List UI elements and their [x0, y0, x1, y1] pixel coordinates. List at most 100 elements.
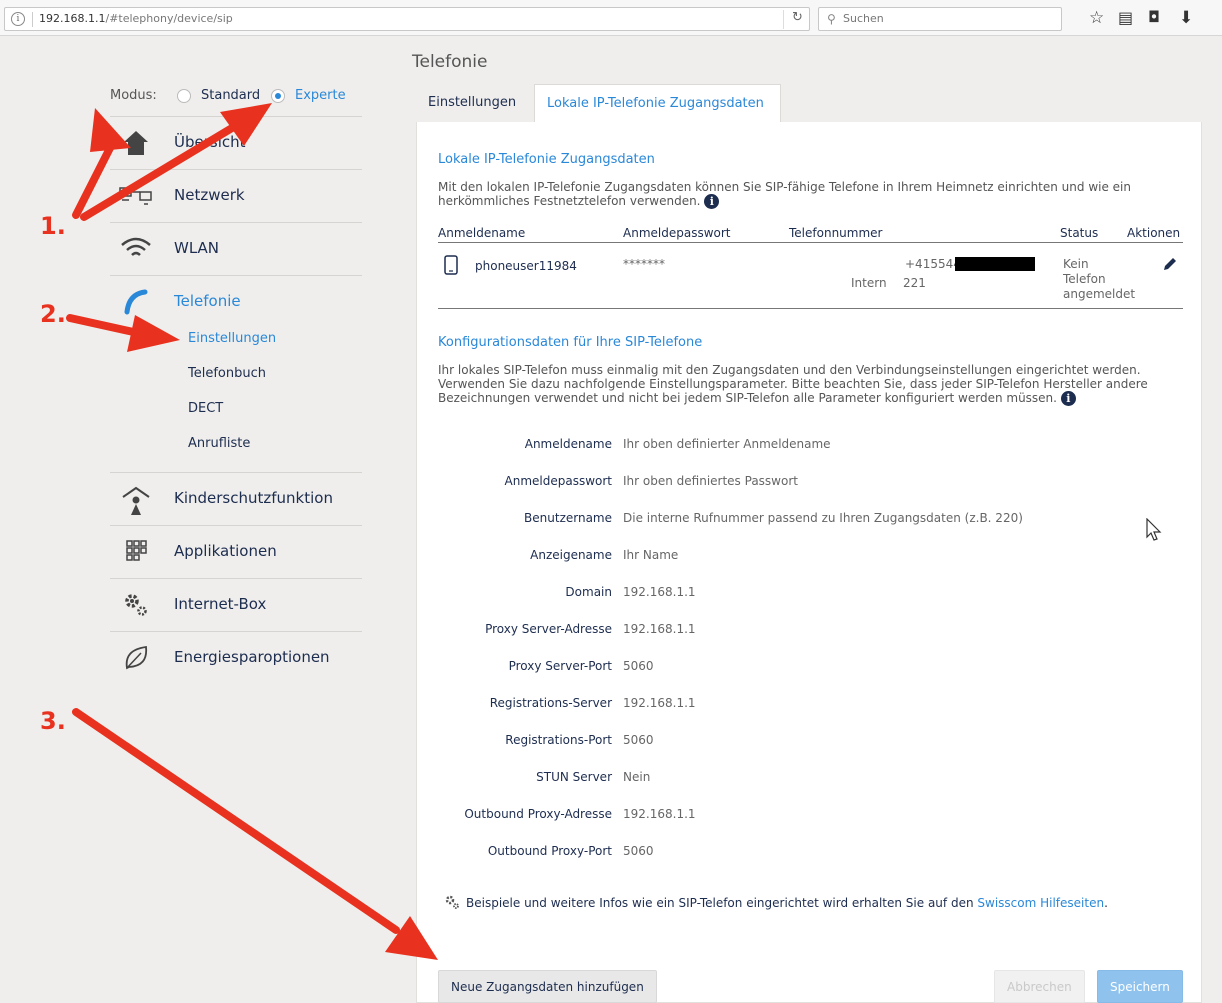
- site-info-icon[interactable]: i: [11, 12, 25, 26]
- tab-local-ip-credentials[interactable]: Lokale IP-Telefonie Zugangsdaten: [534, 84, 781, 122]
- pocket-icon[interactable]: ◘: [1148, 8, 1160, 26]
- mouse-cursor-icon: [1146, 517, 1162, 546]
- save-button[interactable]: Speichern: [1097, 970, 1183, 1003]
- config-value: 192.168.1.1: [623, 585, 696, 599]
- address-bar[interactable]: i 192.168.1.1/#telephony/device/sip ↻: [4, 7, 810, 31]
- config-label: Anzeigename: [530, 548, 612, 562]
- sidebar-item-label: Übersicht: [174, 133, 246, 151]
- credential-phone-number: +415544: [905, 257, 961, 271]
- column-header: Aktionen: [1127, 226, 1181, 240]
- info-icon[interactable]: i: [1060, 391, 1076, 406]
- config-value: Ihr Name: [623, 548, 679, 562]
- mode-expert-label[interactable]: Experte: [295, 88, 346, 103]
- config-label: Outbound Proxy-Port: [487, 844, 612, 858]
- config-label: Proxy Server-Adresse: [485, 622, 612, 636]
- apps-grid-icon: [118, 538, 154, 568]
- sidebar-item-child-protection[interactable]: Kinderschutzfunktion: [110, 472, 362, 524]
- credential-username: phoneuser11984: [475, 259, 577, 273]
- config-value: Ihr oben definierter Anmeldename: [623, 437, 831, 451]
- status-text: Telefon: [1063, 272, 1106, 286]
- config-value: 192.168.1.1: [623, 807, 696, 821]
- add-credentials-button[interactable]: Neue Zugangsdaten hinzufügen: [438, 970, 657, 1003]
- url-text: 192.168.1.1/#telephony/device/sip: [39, 12, 233, 25]
- config-label: Registrations-Server: [489, 696, 612, 710]
- arrow-3: [72, 708, 400, 934]
- config-label: Domain: [565, 585, 612, 599]
- config-label: Anmeldepasswort: [504, 474, 613, 488]
- config-label: Benutzername: [524, 511, 612, 525]
- tab-settings[interactable]: Einstellungen: [416, 84, 528, 122]
- sidebar-item-applications[interactable]: Applikationen: [110, 525, 362, 577]
- config-value: 5060: [623, 844, 654, 858]
- mode-label: Modus:: [110, 88, 157, 103]
- swisscom-help-link[interactable]: Swisscom Hilfeseiten: [977, 896, 1104, 910]
- config-value: 192.168.1.1: [623, 696, 696, 710]
- info-icon[interactable]: i: [704, 194, 720, 209]
- status-text: Kein: [1063, 257, 1089, 271]
- annotation-marker-2: 2.: [40, 300, 66, 328]
- wifi-icon: [118, 235, 154, 265]
- intern-label: Intern: [851, 276, 887, 290]
- config-value: 192.168.1.1: [623, 622, 696, 636]
- mode-expert-radio[interactable]: [271, 89, 285, 103]
- subnav-item-dect[interactable]: DECT: [188, 401, 223, 416]
- status-text: angemeldet: [1063, 287, 1136, 301]
- leaf-icon: [118, 644, 154, 674]
- config-description: Ihr lokales SIP-Telefon muss einmalig mi…: [438, 363, 1148, 406]
- sidebar-item-overview[interactable]: Übersicht: [110, 116, 362, 168]
- sidebar-item-label: WLAN: [174, 239, 220, 257]
- page-title: Telefonie: [412, 52, 488, 72]
- sidebar-item-label: Telefonie: [174, 292, 241, 310]
- search-icon: ⚲: [827, 12, 836, 26]
- home-icon: [118, 129, 154, 159]
- sidebar-item-label: Netzwerk: [174, 186, 245, 204]
- config-label: Registrations-Port: [505, 733, 612, 747]
- config-label: STUN Server: [536, 770, 612, 784]
- subnav-item-settings[interactable]: Einstellungen: [188, 331, 276, 346]
- sidebar-item-label: Energiesparoptionen: [174, 648, 330, 666]
- table-bottom-divider: [438, 308, 1183, 309]
- column-header: Anmeldename: [438, 226, 526, 240]
- reading-list-icon[interactable]: ▤: [1118, 8, 1133, 27]
- config-value: 5060: [623, 659, 654, 673]
- arrow-1a: [72, 144, 114, 219]
- config-label: Proxy Server-Port: [508, 659, 612, 673]
- redaction-bar: [955, 257, 1035, 271]
- subnav-item-call-list[interactable]: Anrufliste: [188, 436, 250, 451]
- mode-standard-radio[interactable]: [177, 89, 191, 103]
- column-header: Telefonnummer: [789, 226, 883, 240]
- sidebar-item-label: Kinderschutzfunktion: [174, 489, 333, 507]
- gears-icon: [118, 591, 154, 621]
- content-panel: [416, 122, 1202, 1003]
- edit-pencil-icon[interactable]: [1162, 256, 1178, 275]
- annotation-marker-1: 1.: [40, 212, 66, 240]
- sidebar-item-label: Internet-Box: [174, 595, 267, 613]
- bookmark-star-icon[interactable]: ☆: [1089, 8, 1104, 28]
- credentials-description: Mit den lokalen IP-Telefonie Zugangsdate…: [438, 180, 1131, 209]
- url-separator: [32, 12, 33, 27]
- column-header: Anmeldepasswort: [623, 226, 731, 240]
- cancel-button[interactable]: Abbrechen: [994, 970, 1085, 1003]
- reload-icon[interactable]: ↻: [783, 10, 811, 29]
- config-section-title: Konfigurationsdaten für Ihre SIP-Telefon…: [438, 335, 703, 350]
- sidebar-item-energy[interactable]: Energiesparoptionen: [110, 631, 362, 683]
- credential-password: *******: [623, 257, 665, 271]
- sidebar-item-internet-box[interactable]: Internet-Box: [110, 578, 362, 630]
- config-value: Die interne Rufnummer passend zu Ihren Z…: [623, 511, 1023, 525]
- search-input[interactable]: ⚲ Suchen: [818, 7, 1062, 31]
- help-footnote: Beispiele und weitere Infos wie ein SIP-…: [444, 894, 1108, 913]
- config-value: Nein: [623, 770, 651, 784]
- gears-icon: [444, 894, 460, 913]
- config-value: 5060: [623, 733, 654, 747]
- table-header-divider: [438, 242, 1183, 243]
- mode-standard-label[interactable]: Standard: [201, 88, 260, 103]
- subnav-item-phonebook[interactable]: Telefonbuch: [188, 366, 266, 381]
- network-icon: [118, 182, 154, 212]
- browser-toolbar: i 192.168.1.1/#telephony/device/sip ↻ ⚲ …: [0, 0, 1222, 36]
- sidebar-item-wlan[interactable]: WLAN: [110, 222, 362, 274]
- intern-number: 221: [903, 276, 926, 290]
- sidebar-item-network[interactable]: Netzwerk: [110, 169, 362, 221]
- config-label: Outbound Proxy-Adresse: [464, 807, 612, 821]
- download-icon[interactable]: ⬇: [1179, 8, 1193, 28]
- smartphone-icon: [444, 255, 458, 278]
